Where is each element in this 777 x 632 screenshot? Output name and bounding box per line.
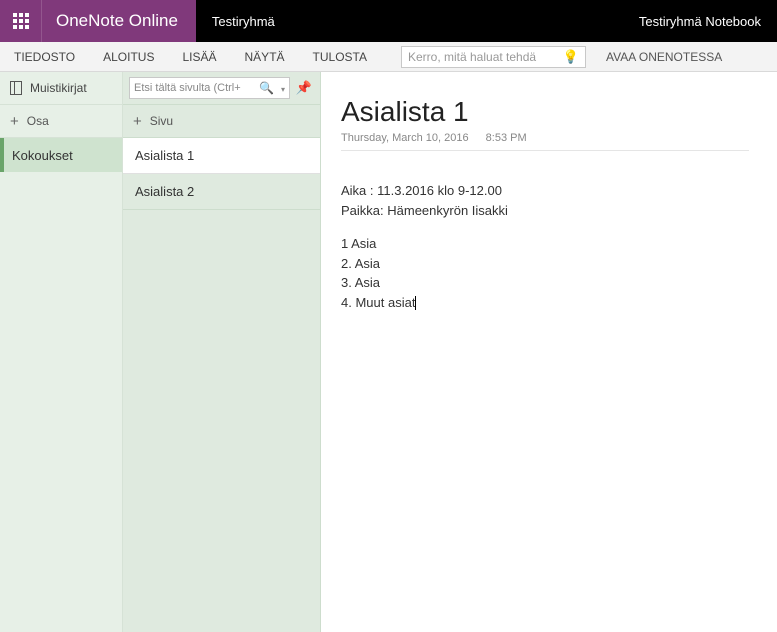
sections-column: Muistikirjat + Osa Kokoukset (0, 72, 123, 632)
pin-icon: 📌 (296, 80, 312, 96)
page-item-label: Asialista 2 (135, 184, 194, 199)
tab-tiedosto[interactable]: TIEDOSTO (0, 42, 89, 72)
group-name[interactable]: Testiryhmä (212, 14, 275, 29)
note-body[interactable]: Aika : 11.3.2016 klo 9-12.00 Paikka: Häm… (341, 181, 749, 312)
app-launcher-button[interactable] (0, 0, 42, 42)
page-time: 8:53 PM (486, 132, 527, 144)
add-page-label: Sivu (150, 114, 173, 128)
section-item-kokoukset[interactable]: Kokoukset (0, 138, 122, 172)
tell-me-placeholder: Kerro, mitä haluat tehdä (408, 50, 536, 64)
chevron-down-icon: ▾ (277, 85, 285, 94)
page-search-input[interactable]: Etsi tältä sivulta (Ctrl+ 🔍 ▾ (129, 77, 290, 99)
lightbulb-icon: 💡 (563, 49, 579, 65)
header-right: Testiryhmä Testiryhmä Notebook (196, 0, 777, 42)
plus-icon: + (10, 114, 19, 129)
add-section-button[interactable]: + Osa (0, 104, 122, 138)
body-line: Aika : 11.3.2016 klo 9-12.00 (341, 181, 749, 201)
notebook-icon (10, 81, 22, 95)
page-date: Thursday, March 10, 2016 (341, 132, 469, 144)
tab-lisaa[interactable]: LISÄÄ (168, 42, 230, 72)
body-line: 2. Asia (341, 254, 749, 274)
add-page-button[interactable]: + Sivu (123, 104, 320, 138)
ribbon: TIEDOSTO ALOITUS LISÄÄ NÄYTÄ TULOSTA Ker… (0, 42, 777, 72)
tab-aloitus[interactable]: ALOITUS (89, 42, 168, 72)
body-line: 1 Asia (341, 234, 749, 254)
pages-column: Etsi tältä sivulta (Ctrl+ 🔍 ▾ 📌 + Sivu A… (123, 72, 321, 632)
plus-icon: + (133, 114, 142, 129)
main-area: Muistikirjat + Osa Kokoukset Etsi tältä … (0, 72, 777, 632)
waffle-icon (13, 13, 29, 29)
body-line: 3. Asia (341, 273, 749, 293)
tab-nayta[interactable]: NÄYTÄ (231, 42, 299, 72)
search-icon: 🔍 (259, 81, 274, 95)
notebook-name[interactable]: Testiryhmä Notebook (639, 14, 761, 29)
open-in-onenote-button[interactable]: AVAA ONENOTESSA (606, 50, 722, 64)
app-name[interactable]: OneNote Online (42, 0, 196, 42)
text-cursor (415, 296, 416, 310)
notebooks-button[interactable]: Muistikirjat (0, 72, 122, 104)
app-header: OneNote Online Testiryhmä Testiryhmä Not… (0, 0, 777, 42)
section-item-label: Kokoukset (12, 148, 73, 163)
tell-me-input[interactable]: Kerro, mitä haluat tehdä 💡 (401, 46, 586, 68)
tab-tulosta[interactable]: TULOSTA (299, 42, 381, 72)
add-section-label: Osa (27, 114, 49, 128)
page-title[interactable]: Asialista 1 (341, 96, 749, 128)
pin-button[interactable]: 📌 (294, 78, 314, 98)
page-item-label: Asialista 1 (135, 148, 194, 163)
page-search-placeholder: Etsi tältä sivulta (Ctrl+ (134, 82, 241, 94)
page-item-asialista-2[interactable]: Asialista 2 (123, 174, 320, 210)
notebooks-label: Muistikirjat (30, 81, 87, 95)
page-content[interactable]: Asialista 1 Thursday, March 10, 2016 8:5… (321, 72, 777, 632)
pages-toolbar: Etsi tältä sivulta (Ctrl+ 🔍 ▾ 📌 (123, 72, 320, 104)
body-line: 4. Muut asiat (341, 293, 749, 313)
body-line: Paikka: Hämeenkyrön Iisakki (341, 201, 749, 221)
page-datetime: Thursday, March 10, 2016 8:53 PM (341, 132, 749, 151)
page-item-asialista-1[interactable]: Asialista 1 (123, 138, 320, 174)
